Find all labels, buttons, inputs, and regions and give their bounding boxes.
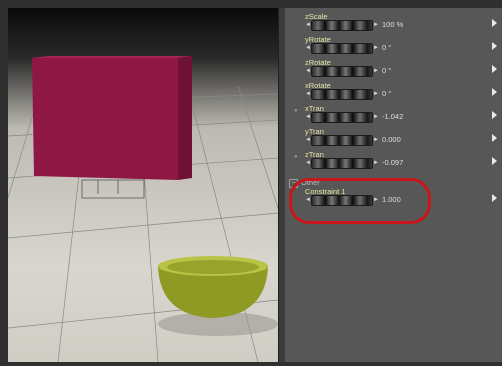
red-highlight-annotation (289, 178, 431, 224)
param-menu-icon[interactable] (492, 157, 497, 165)
param-ytran: yTran ◄ ► 0.000 (285, 127, 502, 151)
green-bowl[interactable] (158, 256, 268, 318)
dial-right-arrow-icon[interactable]: ► (373, 43, 379, 53)
cube-bounding-box (81, 179, 145, 199)
param-menu-icon[interactable] (492, 65, 497, 73)
param-menu-icon[interactable] (492, 88, 497, 96)
param-xtran: ● xTran ◄ ► -1.042 (285, 104, 502, 128)
keyed-dot-icon: ● (294, 108, 298, 114)
param-yrotate: yRotate ◄ ► 0 ° (285, 35, 502, 59)
value-dial[interactable] (311, 135, 373, 146)
dial-right-arrow-icon[interactable]: ► (373, 112, 379, 122)
value-dial[interactable] (311, 66, 373, 77)
scene-svg (8, 56, 278, 362)
param-menu-icon[interactable] (492, 42, 497, 50)
dial-right-arrow-icon[interactable]: ► (373, 135, 379, 145)
param-menu-icon[interactable] (492, 134, 497, 142)
param-xrotate: xRotate ◄ ► 0 ° (285, 81, 502, 105)
value-dial[interactable] (311, 158, 373, 169)
dial-right-arrow-icon[interactable]: ► (373, 20, 379, 30)
param-ztran: ● zTran ◄ ► -0.097 (285, 150, 502, 174)
dial-right-arrow-icon[interactable]: ► (373, 89, 379, 99)
value-dial[interactable] (311, 43, 373, 54)
value-dial[interactable] (311, 20, 373, 31)
red-cube[interactable] (32, 56, 192, 180)
param-value[interactable]: 0.000 (382, 135, 401, 144)
param-menu-icon[interactable] (492, 19, 497, 27)
param-zrotate: zRotate ◄ ► 0 ° (285, 58, 502, 82)
param-value[interactable]: 100 % (382, 20, 403, 29)
param-menu-icon[interactable] (492, 194, 497, 202)
param-value[interactable]: 0 ° (382, 43, 391, 52)
app-window: zScale ◄ ► 100 % yRotate ◄ ► 0 ° zRotate… (0, 0, 502, 366)
param-value[interactable]: -1.042 (382, 112, 403, 121)
value-dial[interactable] (311, 89, 373, 100)
param-value[interactable]: -0.097 (382, 158, 403, 167)
dial-right-arrow-icon[interactable]: ► (373, 158, 379, 168)
param-zscale: zScale ◄ ► 100 % (285, 12, 502, 36)
3d-viewport[interactable] (8, 8, 278, 362)
param-value[interactable]: 0 ° (382, 89, 391, 98)
param-menu-icon[interactable] (492, 111, 497, 119)
value-dial[interactable] (311, 112, 373, 123)
dial-right-arrow-icon[interactable]: ► (373, 66, 379, 76)
keyed-dot-icon: ● (294, 154, 298, 160)
param-value[interactable]: 0 ° (382, 66, 391, 75)
